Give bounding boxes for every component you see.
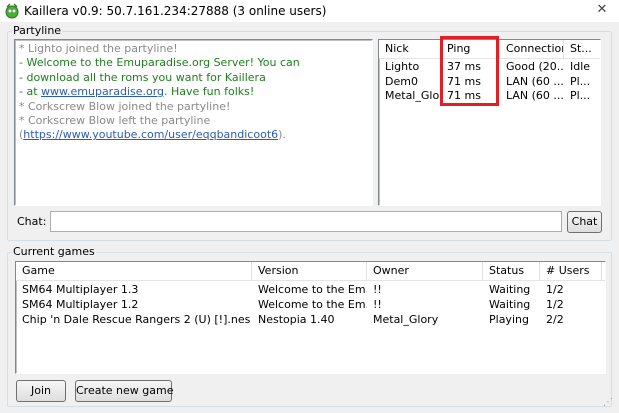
chat-message-suffix: ).	[278, 128, 286, 142]
window-title: Kaillera v0.9: 50.7.161.234:27888 (3 onl…	[24, 4, 327, 18]
resize-grip-icon[interactable]: ⋰	[603, 398, 617, 412]
game-owner: !!	[373, 298, 382, 311]
game-row[interactable]: SM64 Multiplayer 1.3 Welcome to the Em...…	[16, 282, 605, 297]
game-name: SM64 Multiplayer 1.2	[22, 298, 139, 311]
game-users: 1/2	[546, 283, 564, 296]
partyline-label: Partyline	[12, 24, 63, 37]
chat-message-link[interactable]: www.emuparadise.org	[41, 85, 164, 98]
user-connection: Good (20...	[506, 60, 564, 73]
column-owner[interactable]: Owner	[367, 262, 483, 280]
chat-message: * Lighto joined the partyline!	[19, 42, 178, 55]
chat-message: * Corkscrew Blow left the partyline	[19, 114, 211, 128]
user-status: Pl...	[570, 89, 591, 102]
create-new-game-button[interactable]: Create new game	[75, 380, 174, 402]
game-name: SM64 Multiplayer 1.3	[22, 283, 139, 296]
user-status: Idle	[570, 60, 591, 73]
game-users: 2/2	[546, 313, 564, 326]
game-version: Welcome to the Em...	[258, 283, 367, 296]
game-status: Waiting	[489, 283, 531, 296]
user-connection: LAN (60 ...	[506, 89, 564, 102]
column-status[interactable]: St...	[564, 40, 600, 58]
column-status[interactable]: Status	[483, 262, 540, 280]
game-users: 1/2	[546, 298, 564, 311]
chat-label: Chat:	[17, 215, 47, 228]
user-connection: LAN (60 ...	[506, 74, 564, 88]
column-game[interactable]: Game	[16, 262, 252, 280]
user-nick: Dem0	[385, 74, 418, 88]
chat-message-link[interactable]: https://www.youtube.com/user/eqqbandicoo…	[23, 128, 278, 141]
chat-message: - download all the roms you want for Kai…	[19, 70, 266, 84]
chat-message: (https://www.youtube.com/user/eqqbandico…	[19, 128, 368, 142]
current-games-label: Current games	[12, 245, 96, 258]
game-version: Nestopia 1.40	[258, 313, 335, 326]
game-owner: !!	[373, 283, 382, 296]
game-name: Chip 'n Dale Rescue Rangers 2 (U) [!].ne…	[22, 313, 251, 326]
game-row[interactable]: SM64 Multiplayer 1.2 Welcome to the Em...…	[16, 297, 605, 312]
join-button[interactable]: Join	[16, 380, 66, 402]
game-owner: Metal_Glory	[373, 313, 439, 326]
games-list[interactable]: Game Version Owner Status # Users SM64 M…	[15, 261, 606, 374]
kaillera-app-icon	[4, 3, 20, 19]
chat-send-button[interactable]: Chat	[567, 211, 602, 233]
chat-message: - Welcome to the Emuparadise.org Server!…	[19, 56, 300, 70]
games-list-header: Game Version Owner Status # Users	[16, 262, 605, 281]
close-icon[interactable]: ✕	[585, 0, 619, 20]
column-connection[interactable]: Connection	[500, 40, 564, 58]
chat-message: * Corkscrew Blow joined the partyline!	[19, 99, 231, 113]
chat-message-prefix: - at	[19, 85, 42, 99]
column-users[interactable]: # Users	[540, 262, 602, 280]
ping-highlight-box	[440, 36, 499, 106]
column-version[interactable]: Version	[252, 262, 367, 280]
chat-message-suffix: . Have fun folks!	[164, 85, 255, 99]
chat-message: - at www.emuparadise.org. Have fun folks…	[19, 85, 368, 99]
chat-input[interactable]	[50, 211, 562, 232]
game-status: Playing	[489, 313, 529, 326]
chat-log[interactable]: * Lighto joined the partyline! - Welcome …	[14, 39, 373, 206]
user-nick: Metal_Glory	[385, 89, 441, 102]
user-status: Pl...	[570, 74, 591, 88]
column-nick[interactable]: Nick	[379, 40, 441, 58]
game-version: Welcome to the Em...	[258, 298, 367, 311]
game-status: Waiting	[489, 298, 531, 311]
game-row[interactable]: Chip 'n Dale Rescue Rangers 2 (U) [!].ne…	[16, 312, 605, 327]
user-nick: Lighto	[385, 60, 420, 73]
